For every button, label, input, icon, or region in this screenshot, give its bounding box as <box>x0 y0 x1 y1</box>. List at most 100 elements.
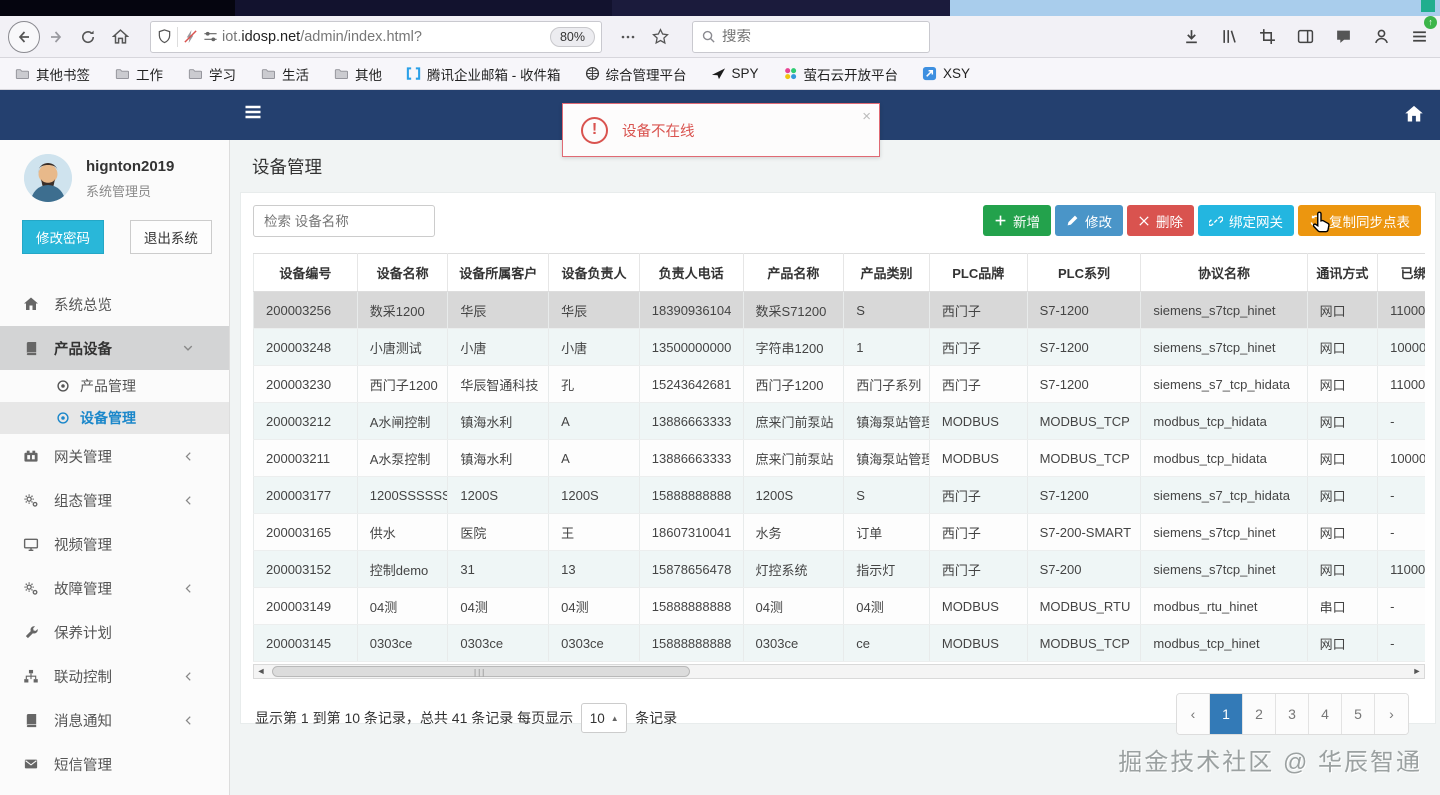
column-header[interactable]: PLC品牌 <box>929 253 1028 292</box>
url-text[interactable]: iot.idosp.net/admin/index.html? <box>222 29 550 45</box>
scroll-left-arrow-icon[interactable]: ◄ <box>254 665 268 678</box>
avatar <box>24 154 72 202</box>
library-button[interactable] <box>1214 20 1244 52</box>
action-button-0[interactable]: 新增 <box>983 205 1051 236</box>
active-tab[interactable] <box>0 0 235 16</box>
sidebar-toggle-button[interactable] <box>243 102 263 122</box>
sidebar-item-1[interactable]: 产品设备 <box>0 326 229 370</box>
table-cell: S7-1200 <box>1027 328 1142 366</box>
shield-icon[interactable] <box>157 29 172 44</box>
app-home-button[interactable] <box>1404 104 1424 124</box>
url-bar[interactable]: iot.idosp.net/admin/index.html? 80% <box>150 20 602 53</box>
bookmark-item[interactable]: 其他书签 <box>14 64 90 84</box>
table-row[interactable]: 200003177 1200SSSSSS 1200S 1200S 15888888888… <box>253 476 1425 514</box>
column-header[interactable]: 产品类别 <box>843 253 930 292</box>
logout-button[interactable]: 退出系统 <box>129 220 212 254</box>
horizontal-scrollbar[interactable]: ◄ ||| ► <box>253 664 1425 679</box>
account-button[interactable] <box>1366 20 1396 52</box>
browser-search-box[interactable] <box>692 20 930 53</box>
action-button-1[interactable]: 修改 <box>1055 205 1123 236</box>
home-button[interactable] <box>104 21 136 53</box>
column-header[interactable]: 设备编号 <box>253 253 358 292</box>
column-header[interactable]: 负责人电话 <box>639 253 744 292</box>
device-search-input[interactable] <box>253 205 435 237</box>
column-header[interactable]: PLC系列 <box>1027 253 1142 292</box>
column-header[interactable]: 已绑定网关 <box>1377 253 1425 292</box>
bookmark-star-button[interactable] <box>644 21 676 53</box>
column-header[interactable]: 设备负责人 <box>548 253 640 292</box>
screenshot-button[interactable] <box>1252 20 1282 52</box>
sidebar-item-8[interactable]: 消息通知 <box>0 698 229 742</box>
column-header[interactable]: 产品名称 <box>743 253 845 292</box>
product-book-icon <box>22 341 40 356</box>
sidebar-subitem-设备管理[interactable]: 设备管理 <box>0 402 229 434</box>
sidebar-item-6[interactable]: 保养计划 <box>0 610 229 654</box>
pager-page-5[interactable]: 5 <box>1342 694 1375 734</box>
back-button[interactable] <box>8 20 40 53</box>
page-size-select[interactable]: 10 ▲ <box>581 703 628 733</box>
pager-page-2[interactable]: 2 <box>1243 694 1276 734</box>
sidebar-item-4[interactable]: 视频管理 <box>0 522 229 566</box>
sidebar-item-3[interactable]: 组态管理 <box>0 478 229 522</box>
bookmark-item[interactable]: 生活 <box>260 64 309 84</box>
bookmark-item[interactable]: XSY <box>922 66 970 81</box>
forward-button[interactable] <box>40 21 72 53</box>
table-cell: 数采1200 <box>357 291 449 329</box>
app-menu-button[interactable]: ↑ <box>1404 16 1437 52</box>
bookmark-item[interactable]: SPY <box>711 66 759 81</box>
table-cell: 1200SSSSSS <box>357 476 449 514</box>
bookmark-item[interactable]: 腾讯企业邮箱 - 收件箱 <box>406 64 561 84</box>
table-cell: 灯控系统 <box>743 550 845 588</box>
table-row[interactable]: 200003248 小唐测试 小唐 小唐 13500000000 字符串1200 1 西门子 S… <box>253 328 1425 366</box>
sidebar-item-5[interactable]: 故障管理 <box>0 566 229 610</box>
action-button-3[interactable]: 绑定网关 <box>1198 205 1294 236</box>
pager-page-4[interactable]: 4 <box>1309 694 1342 734</box>
alert-close-icon[interactable]: × <box>862 108 871 125</box>
table-row[interactable]: 200003145 0303ce 0303ce 0303ce 15888888888 03… <box>253 624 1425 662</box>
column-header[interactable]: 通讯方式 <box>1307 253 1379 292</box>
bookmark-item[interactable]: 学习 <box>187 64 236 84</box>
scroll-right-arrow-icon[interactable]: ► <box>1410 665 1424 678</box>
column-header[interactable]: 设备所属客户 <box>447 253 550 292</box>
table-row[interactable]: 200003211 A水泵控制 镇海水利 A 13886663333 庶来门前泵站 镇海泵站… <box>253 439 1425 477</box>
table-cell: 15888888888 <box>639 587 744 625</box>
bookmark-item[interactable]: 综合管理平台 <box>585 64 687 84</box>
table-row[interactable]: 200003165 供水 医院王 18607310041 水务 订单 西门子 S7-200-S… <box>253 513 1425 551</box>
column-header[interactable]: 协议名称 <box>1140 253 1308 292</box>
table-row[interactable]: 200003149 04测 04测 04测 15888888888 04测 04测 MODBU… <box>253 587 1425 625</box>
table-row[interactable]: 200003212 A水闸控制 镇海水利 A 13886663333 庶来门前泵站 镇海泵站… <box>253 402 1425 440</box>
action-button-2[interactable]: 删除 <box>1127 205 1194 236</box>
downloads-button[interactable] <box>1176 20 1206 52</box>
bookmark-item[interactable]: 其他 <box>333 64 382 84</box>
page-actions-button[interactable] <box>612 21 644 53</box>
sidebar-item-2[interactable]: 网关管理 <box>0 434 229 478</box>
table-row[interactable]: 200003152 控制demo 31 13 15878656478 灯控系统 指示灯 西门子… <box>253 550 1425 588</box>
sidebar-panes-button[interactable] <box>1290 20 1320 52</box>
blocked-lightning-icon[interactable] <box>183 29 198 44</box>
sidebar-subitem-产品管理[interactable]: 产品管理 <box>0 370 229 402</box>
change-password-button[interactable]: 修改密码 <box>22 220 104 254</box>
zoom-level-badge[interactable]: 80% <box>549 26 595 47</box>
sidebar-item-0[interactable]: 系统总览 <box>0 282 229 326</box>
scrollbar-thumb[interactable]: ||| <box>272 666 690 677</box>
bookmark-item[interactable]: 工作 <box>114 64 163 84</box>
browser-search-input[interactable] <box>722 28 892 45</box>
table-cell: 水务 <box>743 513 845 551</box>
sidebar-subitem-label: 产品管理 <box>80 378 136 394</box>
pager-next-button[interactable]: › <box>1375 694 1408 734</box>
chevron-left-icon <box>179 451 197 462</box>
pager-page-1[interactable]: 1 <box>1210 694 1243 734</box>
pager-page-3[interactable]: 3 <box>1276 694 1309 734</box>
reload-button[interactable] <box>72 21 104 53</box>
column-header[interactable]: 设备名称 <box>357 253 449 292</box>
sidebar-item-7[interactable]: 联动控制 <box>0 654 229 698</box>
bookmark-item[interactable]: 萤石云开放平台 <box>783 64 898 84</box>
table-row[interactable]: 200003256 数采1200 华辰 华辰 18390936104 数采S71200 S 西… <box>253 291 1425 329</box>
permissions-icon[interactable] <box>203 29 218 44</box>
sidebar-item-9[interactable]: 短信管理 <box>0 742 229 786</box>
pager-prev-button[interactable]: ‹ <box>1177 694 1210 734</box>
search-icon <box>701 29 716 44</box>
browser-tab-strip[interactable] <box>0 0 1440 16</box>
table-row[interactable]: 200003230 西门子1200 华辰智通科技孔 15243642681 西门子120… <box>253 365 1425 403</box>
messages-button[interactable] <box>1328 20 1358 52</box>
